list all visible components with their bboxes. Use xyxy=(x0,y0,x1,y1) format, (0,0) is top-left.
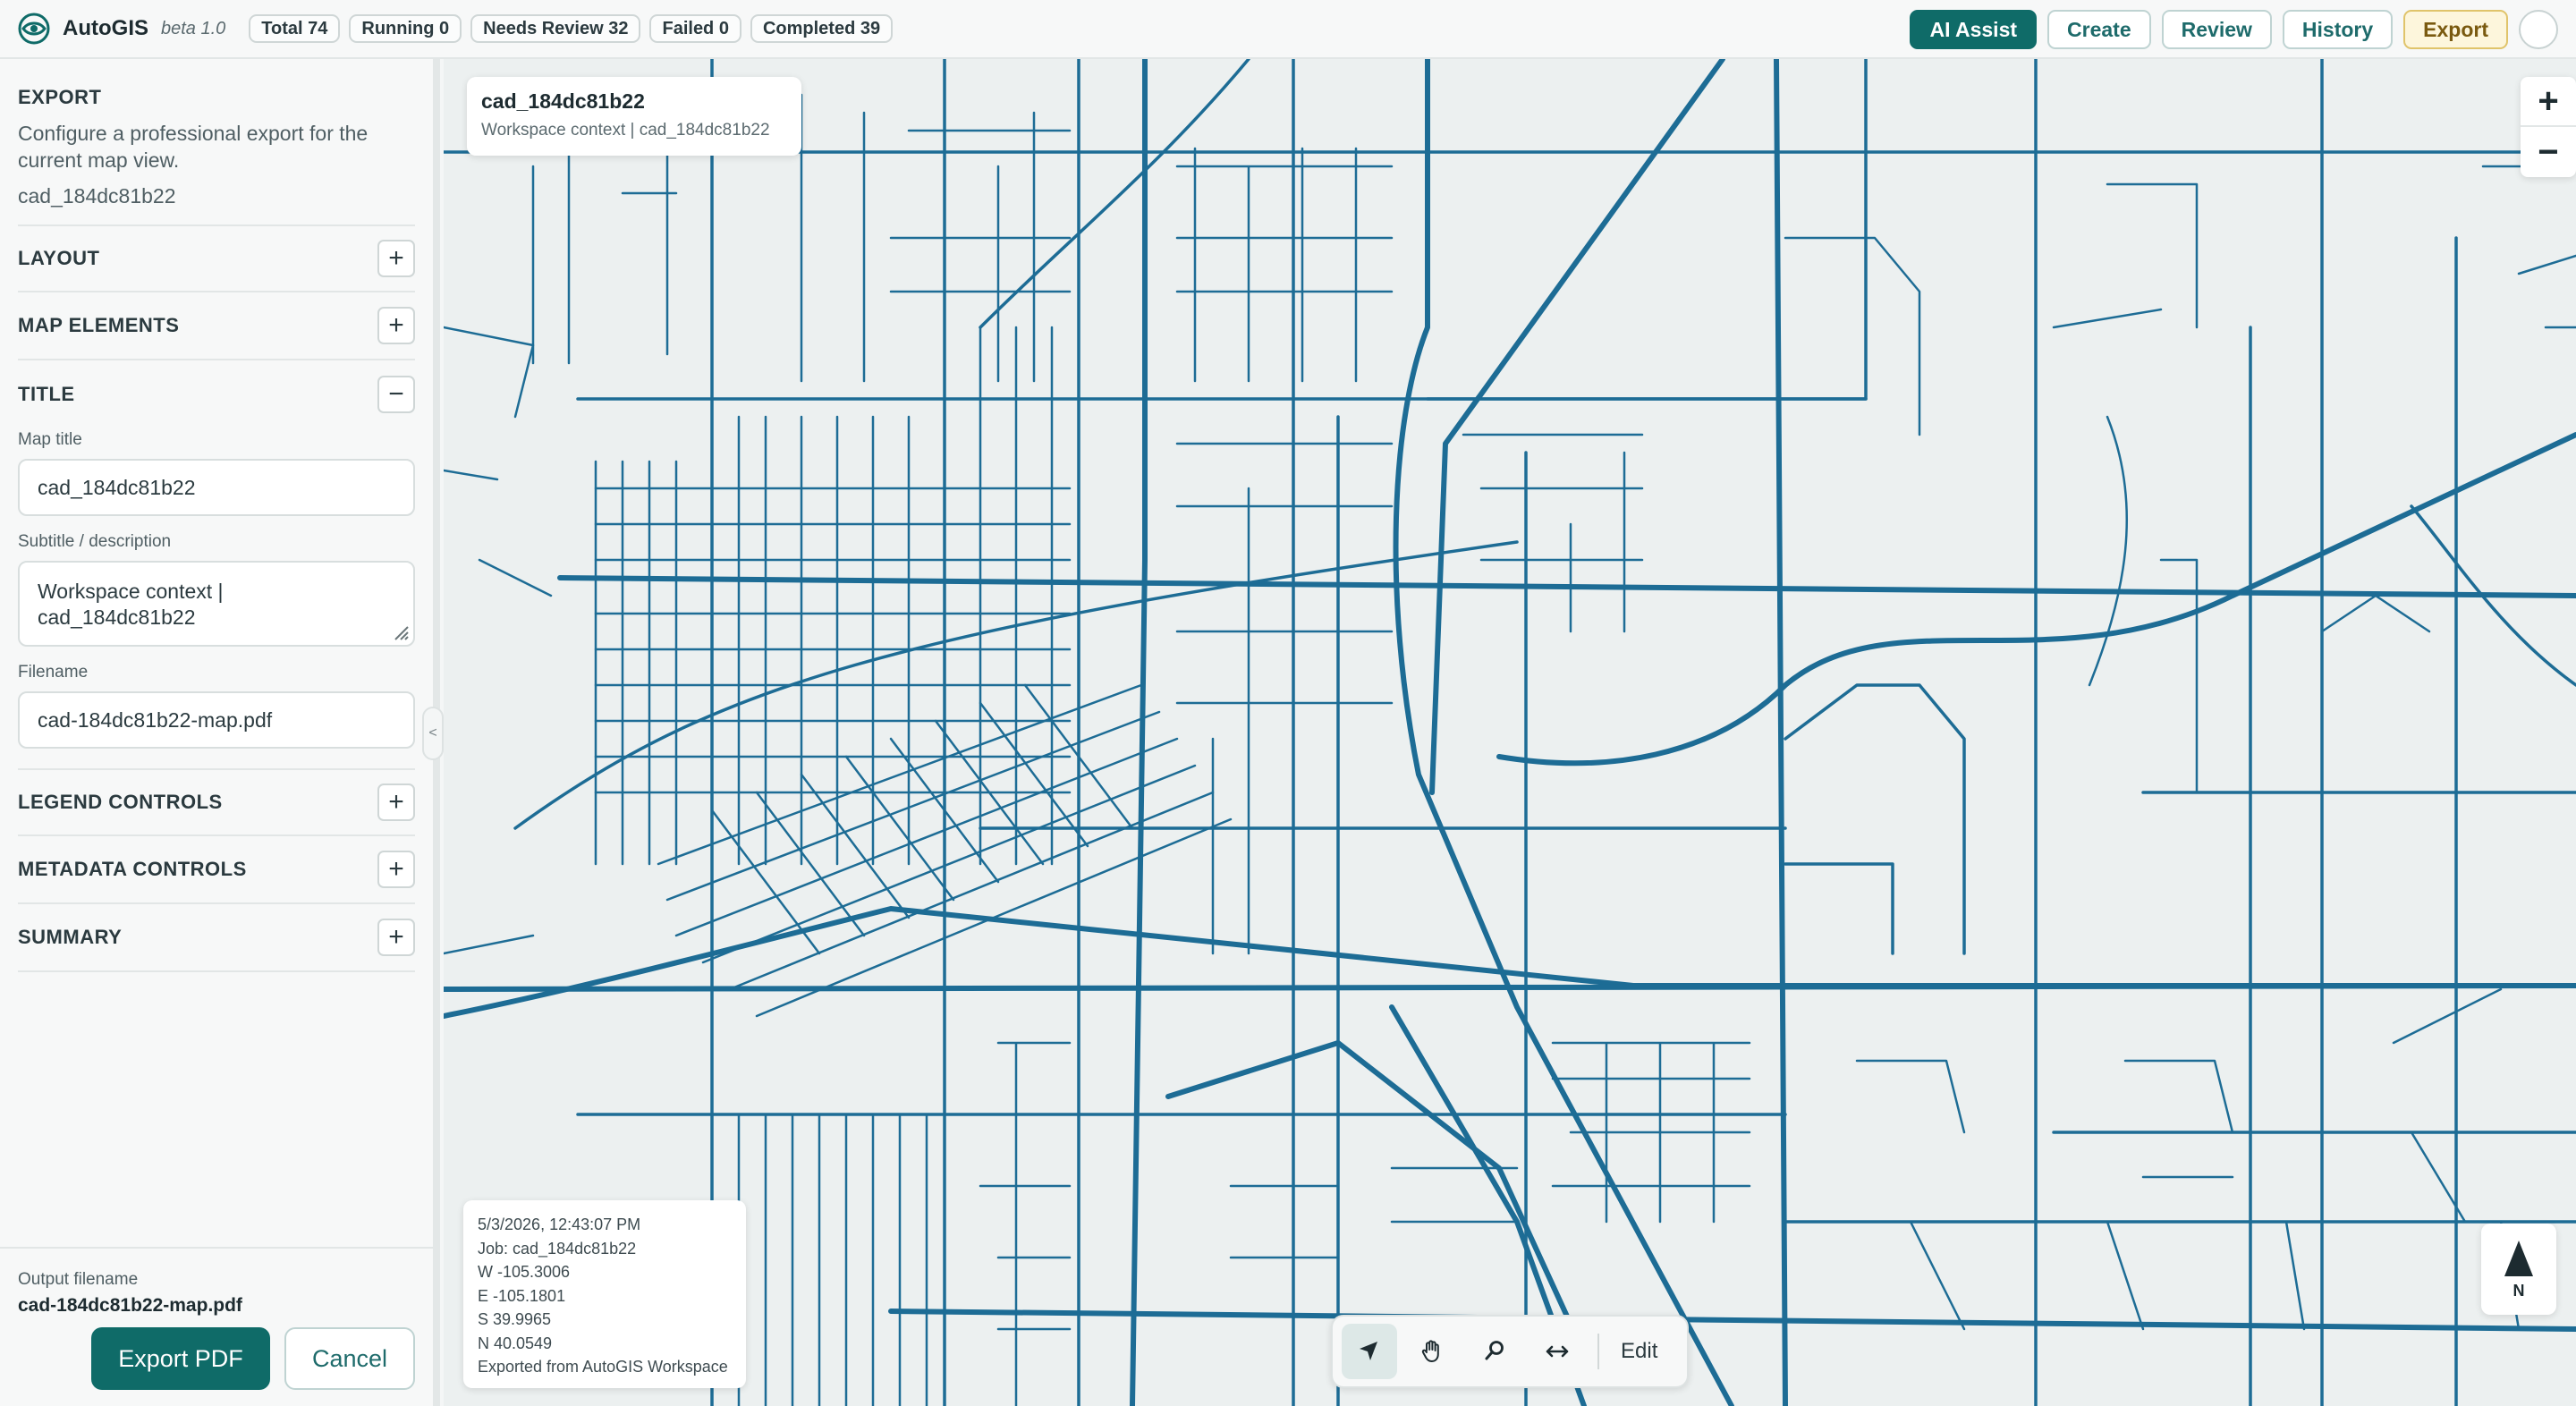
output-filename-value: cad-184dc81b22-map.pdf xyxy=(18,1295,242,1316)
metadata-timestamp: 5/3/2026, 12:43:07 PM xyxy=(478,1215,641,1233)
horizontal-arrows-icon xyxy=(1546,1345,1569,1358)
output-filename-label: Output filename xyxy=(18,1270,139,1289)
subtitle-line-1: Workspace context | xyxy=(38,580,224,603)
cancel-button[interactable]: Cancel xyxy=(284,1327,415,1390)
filename-label: Filename xyxy=(18,663,89,682)
metadata-south: S 39.9965 xyxy=(478,1310,552,1328)
expand-icon[interactable]: + xyxy=(377,783,415,821)
stat-completed[interactable]: Completed 39 xyxy=(750,14,894,43)
filename-value: cad-184dc81b22-map.pdf xyxy=(38,707,273,732)
section-title: LAYOUT xyxy=(18,247,100,269)
subtitle-label: Subtitle / description xyxy=(18,532,172,551)
subtitle-textarea[interactable]: Workspace context | cad_184dc81b22 xyxy=(18,561,415,647)
main-nav: AI Assist Create Review History Export xyxy=(1910,0,2576,59)
map-context-title: cad_184dc81b22 xyxy=(481,89,645,113)
expand-icon[interactable]: + xyxy=(377,851,415,888)
stat-needs-review[interactable]: Needs Review 32 xyxy=(470,14,641,43)
metadata-west: W -105.3006 xyxy=(478,1263,571,1281)
ai-assist-button[interactable]: AI Assist xyxy=(1910,10,2038,49)
section-legend-controls[interactable]: LEGEND CONTROLS + xyxy=(18,768,415,836)
nav-review-button[interactable]: Review xyxy=(2161,10,2272,49)
map-title-input[interactable]: cad_184dc81b22 xyxy=(18,459,415,516)
section-title-panel[interactable]: TITLE − xyxy=(18,360,415,428)
measure-tool-button[interactable] xyxy=(1530,1324,1585,1379)
north-arrow: N xyxy=(2481,1224,2556,1315)
stat-running[interactable]: Running 0 xyxy=(349,14,462,43)
map-title-value: cad_184dc81b22 xyxy=(38,475,196,499)
metadata-credit: Exported from AutoGIS Workspace xyxy=(478,1358,728,1376)
map-title-label: Map title xyxy=(18,430,82,449)
resize-grip-icon[interactable] xyxy=(390,622,410,641)
metadata-north: N 40.0549 xyxy=(478,1334,553,1352)
app-version: beta 1.0 xyxy=(161,18,226,38)
zoom-in-button[interactable]: + xyxy=(2521,77,2576,127)
section-title: MAP ELEMENTS xyxy=(18,314,180,336)
avatar[interactable] xyxy=(2519,10,2558,49)
north-label: N xyxy=(2512,1281,2525,1300)
export-sidebar: EXPORT Configure a professional export f… xyxy=(0,59,433,1406)
autogis-logo-icon xyxy=(18,13,50,45)
expand-icon[interactable]: + xyxy=(377,307,415,344)
metadata-job: Job: cad_184dc81b22 xyxy=(478,1239,637,1258)
section-title: LEGEND CONTROLS xyxy=(18,791,223,813)
nav-create-button[interactable]: Create xyxy=(2047,10,2151,49)
top-bar: AutoGIS beta 1.0 Total 74 Running 0 Need… xyxy=(0,0,2576,59)
map-metadata-card: 5/3/2026, 12:43:07 PM Job: cad_184dc81b2… xyxy=(463,1200,746,1388)
section-title: METADATA CONTROLS xyxy=(18,858,247,880)
filename-input[interactable]: cad-184dc81b22-map.pdf xyxy=(18,691,415,749)
map-view[interactable]: cad_184dc81b22 Workspace context | cad_1… xyxy=(444,59,2576,1406)
export-description: Configure a professional export for the … xyxy=(18,122,369,172)
section-metadata-controls[interactable]: METADATA CONTROLS + xyxy=(18,836,415,904)
hand-icon xyxy=(1421,1340,1439,1362)
sidebar-footer: Output filename cad-184dc81b22-map.pdf E… xyxy=(0,1247,433,1406)
export-pdf-button[interactable]: Export PDF xyxy=(91,1327,270,1390)
map-context-subtitle: Workspace context | cad_184dc81b22 xyxy=(481,121,770,140)
zoom-out-button[interactable]: − xyxy=(2521,127,2576,177)
section-map-elements[interactable]: MAP ELEMENTS + xyxy=(18,292,415,360)
section-summary[interactable]: SUMMARY + xyxy=(18,904,415,972)
section-title: TITLE xyxy=(18,383,75,405)
stat-total[interactable]: Total 74 xyxy=(249,14,341,43)
pan-tool-button[interactable] xyxy=(1404,1324,1460,1379)
road-network xyxy=(444,59,2576,1406)
magnifier-icon xyxy=(1485,1341,1504,1360)
stat-failed[interactable]: Failed 0 xyxy=(649,14,741,43)
zoom-control: + − xyxy=(2521,77,2576,177)
app-name: AutoGIS xyxy=(63,16,148,40)
map-toolbar: Edit xyxy=(1331,1315,1689,1388)
section-title: SUMMARY xyxy=(18,926,123,948)
north-arrow-icon xyxy=(2504,1240,2533,1276)
toolbar-divider xyxy=(1597,1334,1599,1369)
map-context-card: cad_184dc81b22 Workspace context | cad_1… xyxy=(467,77,801,156)
collapse-icon[interactable]: − xyxy=(377,376,415,413)
select-tool-button[interactable] xyxy=(1342,1324,1397,1379)
collapse-sidebar-icon[interactable]: < xyxy=(422,707,444,760)
expand-icon[interactable]: + xyxy=(377,919,415,956)
metadata-east: E -105.1801 xyxy=(478,1286,566,1305)
subtitle-line-2: cad_184dc81b22 xyxy=(38,606,196,629)
brand[interactable]: AutoGIS beta 1.0 xyxy=(16,11,225,47)
expand-icon[interactable]: + xyxy=(377,240,415,277)
export-job-id: cad_184dc81b22 xyxy=(18,184,176,208)
edit-button[interactable]: Edit xyxy=(1610,1339,1668,1364)
nav-export-button[interactable]: Export xyxy=(2403,10,2508,49)
zoom-tool-button[interactable] xyxy=(1467,1324,1522,1379)
section-layout[interactable]: LAYOUT + xyxy=(18,224,415,292)
cursor-arrow-icon xyxy=(1360,1342,1377,1360)
nav-history-button[interactable]: History xyxy=(2282,10,2394,49)
export-heading: EXPORT xyxy=(18,86,102,108)
